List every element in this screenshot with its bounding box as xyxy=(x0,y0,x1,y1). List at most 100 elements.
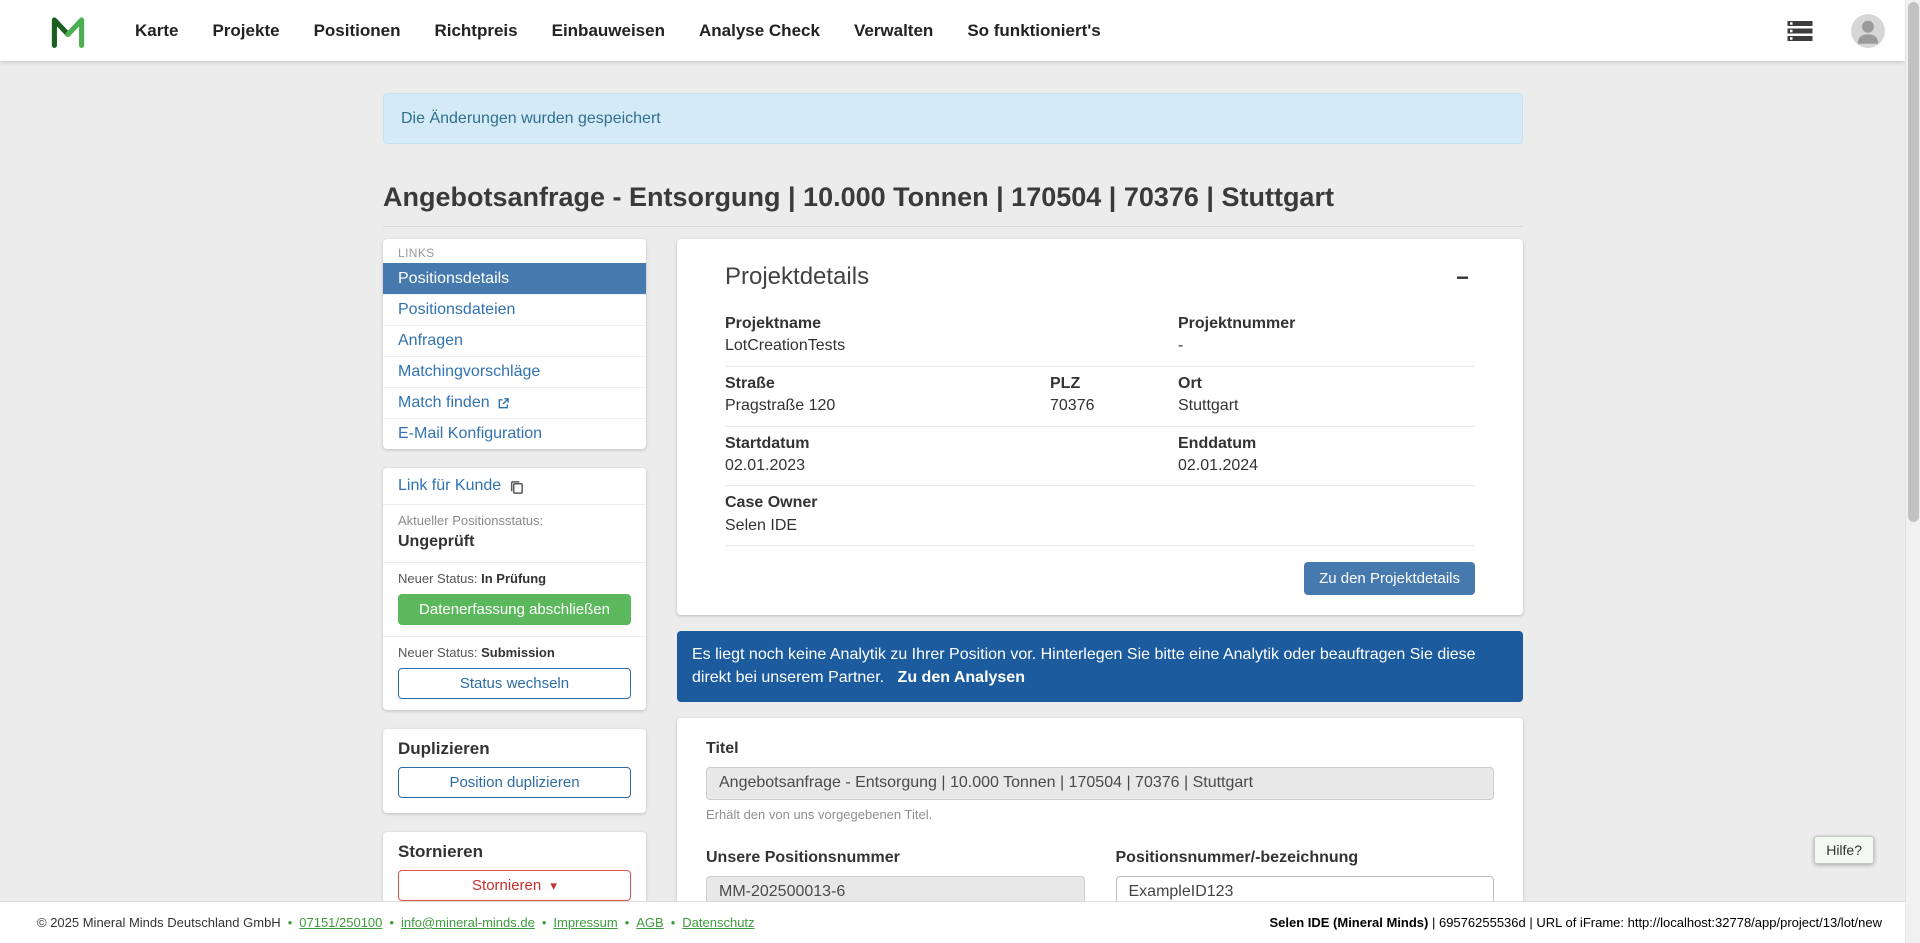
footer: © 2025 Mineral Minds Deutschland GmbH • … xyxy=(0,901,1905,943)
footer-link-agb[interactable]: AGB xyxy=(636,915,663,930)
project-details-title: Projektdetails xyxy=(725,263,869,291)
project-details-link-button[interactable]: Zu den Projektdetails xyxy=(1304,562,1475,595)
our-position-number-label: Unsere Positionsnummer xyxy=(706,849,1085,867)
collapse-button[interactable]: − xyxy=(1456,263,1475,289)
cancel-button-label: Stornieren xyxy=(472,877,541,894)
field-label: Startdatum xyxy=(725,435,1050,453)
project-field-row: Case Owner Selen IDE xyxy=(725,486,1475,546)
titel-field-group: Titel Erhält den von uns vorgegebenen Ti… xyxy=(706,740,1494,822)
separator-dot: • xyxy=(625,915,630,930)
cancel-dropdown-button[interactable]: Stornieren ▾ xyxy=(398,870,631,901)
sidebar: LINKS Positionsdetails Positionsdateien … xyxy=(383,239,646,916)
nav-item-analyse-check[interactable]: Analyse Check xyxy=(699,21,820,41)
sidebar-item-positionsdateien[interactable]: Positionsdateien xyxy=(383,294,646,325)
project-field-row: Startdatum 02.01.2023 Enddatum 02.01.202… xyxy=(725,427,1475,487)
next-status-value: Submission xyxy=(481,645,555,660)
customer-link-label: Link für Kunde xyxy=(398,477,501,495)
nav-item-einbauweisen[interactable]: Einbauweisen xyxy=(552,21,665,41)
storage-icon[interactable] xyxy=(1785,16,1815,46)
separator-dot: • xyxy=(671,915,676,930)
project-field-row: Projektname LotCreationTests Projektnumm… xyxy=(725,307,1475,367)
help-button[interactable]: Hilfe? xyxy=(1814,836,1874,864)
field-label: Case Owner xyxy=(725,494,1050,512)
project-details-header: Projektdetails − xyxy=(725,263,1475,291)
sidebar-item-label: Anfragen xyxy=(398,332,463,350)
current-status-label: Aktueller Positionsstatus: xyxy=(398,513,631,528)
analytics-banner-text: Es liegt noch keine Analytik zu Ihrer Po… xyxy=(692,646,1476,685)
scrollbar-thumb[interactable] xyxy=(1908,2,1919,522)
switch-status-button[interactable]: Status wechseln xyxy=(398,668,631,699)
sidebar-item-label: Matchingvorschläge xyxy=(398,363,540,381)
field-value: - xyxy=(1178,337,1475,355)
content-columns: LINKS Positionsdetails Positionsdateien … xyxy=(383,239,1523,943)
cancel-card-title: Stornieren xyxy=(398,842,631,862)
brand-logo[interactable] xyxy=(49,14,87,48)
page-title: Angebotsanfrage - Entsorgung | 10.000 To… xyxy=(383,182,1523,227)
main-content: Die Änderungen wurden gespeichert Angebo… xyxy=(383,93,1523,943)
project-fields: Projektname LotCreationTests Projektnumm… xyxy=(725,307,1475,546)
field-value: Pragstraße 120 xyxy=(725,397,1050,415)
titel-helper: Erhält den von uns vorgegebenen Titel. xyxy=(706,807,1494,822)
analytics-banner-link[interactable]: Zu den Analysen xyxy=(898,669,1025,686)
analytics-banner: Es liegt noch keine Analytik zu Ihrer Po… xyxy=(677,631,1523,702)
next-status-section-2: Neuer Status: Submission Status wechseln xyxy=(383,636,646,710)
next-status-text-2: Neuer Status: Submission xyxy=(398,645,631,660)
nav-item-projekte[interactable]: Projekte xyxy=(212,21,279,41)
footer-link-email[interactable]: info@mineral-minds.de xyxy=(401,915,535,930)
separator-dot: • xyxy=(389,915,394,930)
nav-item-so-funktionierts[interactable]: So funktioniert's xyxy=(967,21,1100,41)
brand-logo-icon xyxy=(49,14,87,48)
external-link-icon xyxy=(497,397,510,410)
field-value: Selen IDE xyxy=(725,517,1050,535)
project-field-row: Straße Pragstraße 120 PLZ 70376 Ort Stut… xyxy=(725,367,1475,427)
footer-link-datenschutz[interactable]: Datenschutz xyxy=(682,915,754,930)
sidebar-item-label: Positionsdetails xyxy=(398,270,509,288)
nav-item-richtpreis[interactable]: Richtpreis xyxy=(434,21,517,41)
footer-link-phone[interactable]: 07151/250100 xyxy=(299,915,382,930)
footer-user-rest: | 69576255536d | URL of iFrame: http://l… xyxy=(1428,915,1882,930)
next-status-value: In Prüfung xyxy=(481,571,546,586)
sidebar-item-email-konfiguration[interactable]: E-Mail Konfiguration xyxy=(383,418,646,449)
field-value: Stuttgart xyxy=(1178,397,1475,415)
footer-links: © 2025 Mineral Minds Deutschland GmbH • … xyxy=(37,915,755,930)
field-label: Enddatum xyxy=(1178,435,1475,453)
field-value: 70376 xyxy=(1050,397,1178,415)
sidebar-item-label: Positionsdateien xyxy=(398,301,515,319)
copyright-text: © 2025 Mineral Minds Deutschland GmbH xyxy=(37,915,281,930)
main-panel: Projektdetails − Projektname LotCreation… xyxy=(677,239,1523,943)
person-icon xyxy=(1851,14,1885,48)
field-label: Straße xyxy=(725,375,1050,393)
field-label: PLZ xyxy=(1050,375,1178,393)
current-status-value: Ungeprüft xyxy=(398,533,631,551)
sidebar-item-anfragen[interactable]: Anfragen xyxy=(383,325,646,356)
navbar-actions xyxy=(1785,14,1885,48)
separator-dot: • xyxy=(288,915,293,930)
sidebar-item-matchingvorschlaege[interactable]: Matchingvorschläge xyxy=(383,356,646,387)
titel-label: Titel xyxy=(706,740,1494,758)
field-value: 02.01.2023 xyxy=(725,457,1050,475)
main-nav: Karte Projekte Positionen Richtpreis Ein… xyxy=(135,21,1101,41)
copy-icon xyxy=(509,479,524,494)
sidebar-item-match-finden[interactable]: Match finden xyxy=(383,387,646,418)
sidebar-item-label: E-Mail Konfiguration xyxy=(398,425,542,443)
sidebar-item-positionsdetails[interactable]: Positionsdetails xyxy=(383,263,646,294)
next-status-section-1: Neuer Status: In Prüfung Datenerfassung … xyxy=(383,562,646,636)
footer-link-impressum[interactable]: Impressum xyxy=(553,915,617,930)
customer-link[interactable]: Link für Kunde xyxy=(383,468,646,505)
nav-item-positionen[interactable]: Positionen xyxy=(314,21,401,41)
duplicate-position-button[interactable]: Position duplizieren xyxy=(398,767,631,798)
caret-down-icon: ▾ xyxy=(550,878,557,893)
app-root: Karte Projekte Positionen Richtpreis Ein… xyxy=(0,0,1920,943)
success-alert-text: Die Änderungen wurden gespeichert xyxy=(401,110,661,128)
nav-item-karte[interactable]: Karte xyxy=(135,21,178,41)
field-label: Projektnummer xyxy=(1178,315,1475,333)
user-avatar[interactable] xyxy=(1851,14,1885,48)
iframe-info: Selen IDE (Mineral Minds) | 69576255536d… xyxy=(1269,915,1882,930)
scrollbar[interactable] xyxy=(1905,0,1920,943)
storage-icon-glyph xyxy=(1785,16,1815,46)
next-status-label: Neuer Status: xyxy=(398,571,478,586)
footer-user-bold: Selen IDE (Mineral Minds) xyxy=(1269,915,1428,930)
separator-dot: • xyxy=(542,915,547,930)
nav-item-verwalten[interactable]: Verwalten xyxy=(854,21,933,41)
complete-data-entry-button[interactable]: Datenerfassung abschließen xyxy=(398,594,631,625)
